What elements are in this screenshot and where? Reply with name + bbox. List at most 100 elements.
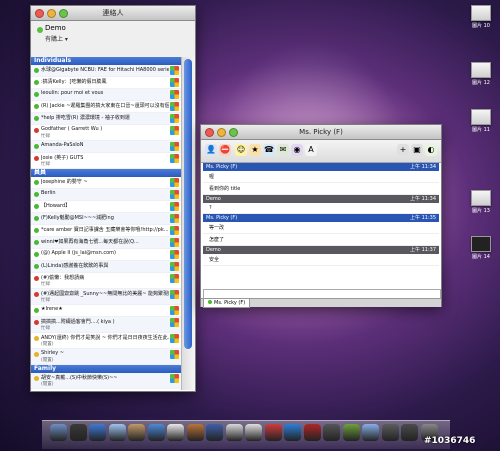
message-time: 上午 11:34 [410,196,436,202]
contact-row[interactable]: 胡安~真戴...(S)中秋節快樂(S)~~ (閒置) [31,373,181,389]
minimize-button[interactable] [217,128,226,137]
presence-icon [34,156,39,161]
desktop-icon-1[interactable]: 圖片 10 [466,5,496,29]
my-name: Demo [45,24,66,32]
calendar-icon[interactable] [245,424,262,441]
presence-icon [34,180,39,185]
contact-row[interactable]: (F)Kelly魁動@MSI~~~減肥ing [31,213,181,225]
block-icon[interactable]: ⛔ [219,144,231,156]
contact-scrollbar[interactable] [181,57,195,390]
group-header[interactable]: Individuals [31,57,181,65]
contact-name: Berlin [41,190,56,196]
butterfly-icon [170,78,179,87]
finder-icon[interactable] [50,424,67,441]
group-header[interactable]: Family [31,365,181,373]
folder-icon[interactable] [362,424,379,441]
terminal-icon[interactable] [303,424,321,441]
group-header[interactable]: 員員 [31,169,181,177]
butterfly-icon [170,318,179,327]
avatar[interactable]: ◐ [425,144,437,156]
desktop-icon-3[interactable]: 圖片 11 [466,109,496,133]
contact-row[interactable]: :搞清Kelly：[吃懶的假日膨風 [31,77,181,89]
contact-row[interactable]: Amanda-PaSsIoN [31,141,181,153]
contact-row[interactable]: Godfather ( Garrett Wu ) 忙碌 [31,125,181,141]
contact-row[interactable]: 【Howard】 [31,201,181,213]
flash-icon[interactable] [284,424,301,441]
contact-row[interactable]: (#)偷懶：我想請病 忙碌 [31,273,181,289]
messenger-icon[interactable] [342,424,360,441]
contacts-titlebar[interactable]: 連絡人 [31,6,195,21]
voice-icon[interactable]: ☎ [263,144,275,156]
contact-name: Amanda-PaSsIoN [41,142,84,148]
message-sender: Demo [206,247,221,253]
contacts-title: 連絡人 [102,9,124,17]
status-dropdown[interactable]: 有購上 ▾ [45,34,68,43]
contact-row[interactable]: (#)邁起國齋齋跳 _Sunny~~無間無比的美麗~ 能夠聚現應... 忙碌 [31,289,181,305]
applications-icon[interactable] [381,424,399,441]
invite-icon[interactable]: + [397,144,409,156]
desktop-icon-5[interactable]: 圖片 14 [466,236,496,260]
address-book-icon[interactable] [128,424,145,441]
contact-row[interactable]: Shirley ~ (閒置) [31,349,181,365]
contact-row[interactable]: 搞搞搞...附綴過客會門....( kiya ) 忙碌 [31,317,181,333]
message-header: Ms. Picky (F) 上午 11:35 [203,214,439,222]
chat-tab[interactable]: Ms. Picky (F) [203,299,251,308]
message-line: 等一改 [203,222,439,234]
nudge-icon[interactable]: ◉ [291,144,303,156]
butterfly-icon [170,154,179,163]
file-icon[interactable]: ✉ [277,144,289,156]
scrollbar-thumb[interactable] [184,59,192,349]
contact-name: Shirley ~ [41,350,64,356]
contact-row[interactable]: Josie (英子) GUTS 忙碌 [31,153,181,169]
contact-row[interactable]: winni❤如果再有海角七號...每天都在說(Q... [31,237,181,249]
photo-icon[interactable] [167,424,184,441]
ichat-icon[interactable] [108,424,126,441]
presence-icon [34,308,39,313]
contact-row[interactable]: (R) Jackie ~遲羅集團的搞大家東在口晉~還頭可以沒有個... [31,101,181,113]
safari-icon[interactable] [89,424,106,441]
dashboard-icon[interactable] [69,424,87,441]
chat-titlebar[interactable]: Ms. Picky (F) [201,125,441,140]
contact-row[interactable]: leoulin: pour moi et vous [31,89,181,101]
close-button[interactable] [205,128,214,137]
contact-status: 忙碌 [41,326,50,331]
butterfly-icon [170,290,179,299]
contact-row[interactable]: ANDY(還終) 你們才是笑說 ~ 你們才是日日夜夜生活在此... (閒置) [31,333,181,349]
contact-status: 忙碌 [41,134,50,139]
system-prefs-icon[interactable] [323,424,340,441]
font-icon[interactable]: A [305,144,317,156]
zoom-button[interactable] [229,128,238,137]
contact-row[interactable]: ★Irene★ [31,305,181,317]
imovie-icon[interactable] [186,424,204,441]
contact-name: leoulin: pour moi et vous [41,90,104,96]
contact-list: Individuals 水球@Gigabyte NCBU: FAE for Hit… [31,57,181,390]
contact-icon[interactable]: 👤 [205,144,217,156]
close-button[interactable] [35,9,44,18]
emoticon-icon[interactable]: ☺ [235,144,247,156]
camera-icon[interactable]: ▣ [411,144,423,156]
zoom-button[interactable] [59,9,68,18]
contact-row[interactable]: (L)Linda)感謝養在飲飲的事與 [31,261,181,273]
message-header: Ms. Picky (F) 上午 11:34 [203,163,439,171]
dvd-icon[interactable] [206,424,223,441]
watermark: #1036746 [424,436,476,446]
contact-row[interactable]: *care amber 寶日記事課含 五藏樂會等你哦!http://pk... [31,225,181,237]
desktop-icon-4[interactable]: 圖片 13 [466,190,496,214]
contact-row[interactable]: *help 排吃雪(R) 濃濃環境 - 袖子收到運 [31,113,181,125]
image-file-icon [471,62,491,78]
butterfly-icon [170,262,179,271]
contact-row[interactable]: 水球@Gigabyte NCBU: FAE for Hitachi HA8000… [31,65,181,77]
contact-row[interactable]: Berlin [31,189,181,201]
wink-icon[interactable]: ★ [249,144,261,156]
desktop-icon-2[interactable]: 圖片 12 [466,62,496,86]
contact-row[interactable]: "瘋凌凌" 包子白去 ~ (´▽`) ~ 永復～林慮瑯～孝小白～...(閒置) [31,389,181,390]
contact-row[interactable]: (@) Apple II (js_lai@msn.com) [31,249,181,261]
butterfly-icon [170,202,179,211]
preview-icon[interactable] [225,424,243,441]
presence-icon [34,320,39,325]
contact-row[interactable]: Josephine 的嬰守 ~ [31,177,181,189]
itunes-icon[interactable] [147,424,165,441]
documents-icon[interactable] [401,424,418,441]
minimize-button[interactable] [47,9,56,18]
quicktime-icon[interactable] [264,424,282,441]
